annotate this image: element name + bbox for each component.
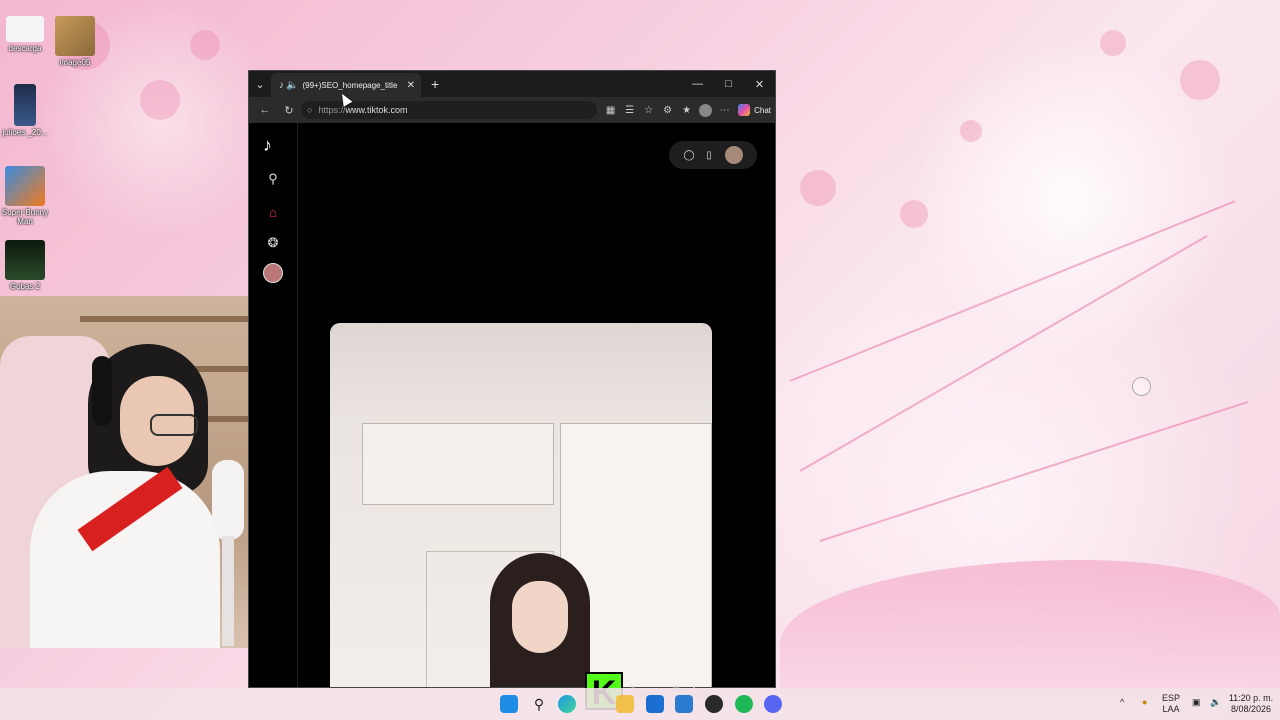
maximize-icon[interactable]: □ [713, 78, 744, 91]
tiktok-favicon-icon: ♪ [279, 79, 284, 91]
wallpaper-petal [960, 120, 982, 142]
search-icon[interactable]: ⚲ [530, 695, 548, 713]
file-explorer-icon[interactable] [616, 695, 634, 713]
microphone [212, 460, 244, 540]
desktop-icon-gobas[interactable]: Gobas 2 [0, 240, 50, 291]
desktop-icon-video[interactable]: julioes _20... [0, 84, 50, 137]
copilot-chat-button[interactable]: Chat [738, 104, 771, 116]
spotify-icon[interactable] [735, 695, 753, 713]
search-icon[interactable]: ⚲ [263, 169, 283, 189]
clock-date: 8/08/2026 [1230, 704, 1272, 714]
wallpaper-petal [800, 170, 836, 206]
wallpaper-petal [140, 80, 180, 120]
url-scheme: https:// [318, 105, 346, 115]
wallpaper-hills [780, 560, 1280, 700]
extensions-icon[interactable]: ⚙ [658, 105, 677, 116]
address-bar: ← ↻ ○ https://www.tiktok.com ▦ ☰ ☆ ⚙ ★ ⋯… [249, 97, 775, 123]
language-code: ESP [1162, 693, 1181, 703]
clock[interactable]: 11:20 p. m. 8/08/2026 [1228, 693, 1274, 715]
glasses [150, 414, 198, 436]
home-icon[interactable]: ⌂ [263, 203, 283, 223]
desktop-icon-label: image05 [59, 58, 91, 67]
translate-icon[interactable]: ☰ [620, 105, 639, 116]
game-icon [5, 240, 45, 280]
tiktok-sidebar: ♪ ⚲ ⌂ ❂ [249, 123, 298, 687]
desktop-icon-label: Super Bunny Man [1, 208, 49, 226]
wallpaper-petal [190, 30, 220, 60]
chat-label: Chat [754, 105, 771, 115]
new-tab-icon[interactable]: + [431, 76, 439, 92]
explore-icon[interactable]: ❂ [263, 233, 283, 253]
minimize-icon[interactable]: — [682, 78, 713, 91]
wallpaper-petal [1180, 60, 1220, 100]
show-hidden-icons[interactable]: ^ [1120, 697, 1124, 708]
refresh-icon[interactable]: ↻ [277, 104, 301, 117]
site-info-icon[interactable]: ○ [307, 105, 312, 115]
tiktok-top-controls: ◯ ▯ [669, 141, 757, 169]
profile-avatar[interactable] [263, 263, 283, 283]
store-icon[interactable] [675, 695, 693, 713]
tab-title: (99+)SEO_homepage_title [302, 80, 398, 90]
windows-start-icon[interactable] [500, 695, 518, 713]
chevron-down-icon[interactable]: ⌄ [249, 78, 271, 91]
desktop-icon-label: descarga [8, 44, 42, 53]
user-avatar[interactable] [725, 146, 743, 164]
favorite-star-icon[interactable]: ☆ [639, 105, 658, 116]
outlook-icon[interactable] [646, 695, 664, 713]
desktop-icon-label: Gobas 2 [9, 282, 41, 291]
tiktok-video[interactable] [330, 323, 712, 687]
language-indicator[interactable]: ESP LAA [1162, 693, 1180, 715]
profile-avatar-icon[interactable] [699, 103, 713, 117]
speaker-icon[interactable]: 🔈 [286, 80, 298, 91]
video-person-face [512, 581, 568, 653]
wallpaper-petal [1100, 30, 1126, 56]
microphone-stand [222, 536, 234, 646]
desktop-icon-label: julioes _20... [2, 128, 48, 137]
browser-window: ⌄ ♪ 🔈 (99+)SEO_homepage_title ✕ + — □ ✕ … [248, 70, 776, 688]
back-icon[interactable]: ← [253, 104, 277, 116]
discord-icon[interactable] [764, 695, 782, 713]
favorites-icon[interactable]: ★ [677, 105, 696, 116]
image-thumbnail-icon [55, 16, 95, 56]
device-icon[interactable]: ▯ [699, 150, 719, 161]
close-tab-icon[interactable]: ✕ [407, 80, 415, 91]
obs-icon[interactable] [705, 695, 723, 713]
apps-icon[interactable]: ▦ [601, 105, 620, 116]
headset [92, 356, 112, 426]
clock-time: 11:20 p. m. [1228, 693, 1274, 703]
desktop-icon-super-bunny-man[interactable]: Super Bunny Man [0, 166, 50, 226]
edge-browser-icon[interactable] [558, 695, 576, 713]
copilot-icon [738, 104, 751, 116]
carrot-icon [5, 166, 45, 206]
desktop-icon-descarga[interactable]: descarga [0, 16, 50, 53]
microphone-tray-icon[interactable]: ● [1142, 697, 1147, 708]
video-thumbnail-icon [14, 84, 36, 126]
file-icon [6, 16, 44, 42]
taskbar: ⚲ ^ ● ESP LAA ▣ 🔈 11:20 p. m. 8/08/2026 [0, 688, 1280, 720]
video-cabinet [362, 423, 554, 505]
volume-icon[interactable]: 🔈 [1210, 697, 1221, 708]
tiktok-logo-icon[interactable]: ♪ [263, 135, 283, 157]
network-icon[interactable]: ▣ [1192, 697, 1201, 708]
window-controls: — □ ✕ [682, 78, 775, 91]
keyboard-layout: LAA [1162, 704, 1180, 714]
wallpaper-petal [900, 200, 928, 228]
wallpaper-streak [789, 200, 1236, 382]
desktop-icon-image05[interactable]: image05 [50, 16, 100, 67]
browser-titlebar: ⌄ ♪ 🔈 (99+)SEO_homepage_title ✕ + — □ ✕ [249, 71, 775, 97]
webcam-overlay [0, 296, 283, 648]
more-icon[interactable]: ⋯ [715, 105, 734, 116]
compass-icon[interactable]: ◯ [679, 150, 699, 161]
cursor-ring [1132, 377, 1151, 396]
close-icon[interactable]: ✕ [744, 78, 775, 91]
url-host: www.tiktok.com [345, 105, 408, 115]
